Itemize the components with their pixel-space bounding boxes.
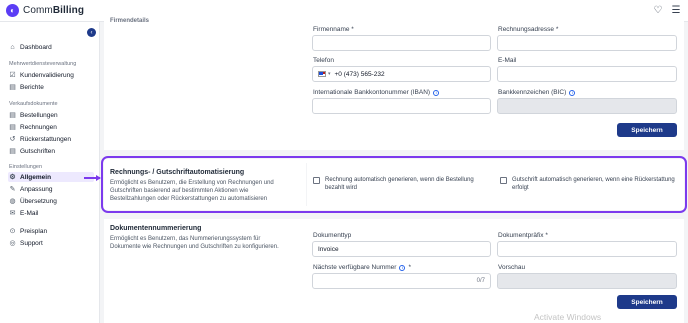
credit-note-icon: ▤ — [9, 147, 16, 155]
logo-icon: ◐ — [6, 4, 19, 17]
sidebar-section-einstellungen: Einstellungen — [9, 164, 43, 170]
preview-input — [497, 273, 677, 289]
sidebar-item-email[interactable]: ✉ E-Mail — [8, 208, 94, 218]
bic-label: Bankkennzeichen (BIC) i — [498, 89, 576, 96]
info-icon[interactable]: i — [433, 89, 440, 96]
sidebar-item-rechnungen[interactable]: ▤ Rechnungen — [8, 122, 94, 132]
sidebar-item-gutschriften[interactable]: ▤ Gutschriften — [8, 146, 94, 156]
order-icon: ▤ — [9, 111, 16, 119]
sidebar-item-berichte[interactable]: ▤ Berichte — [8, 82, 94, 92]
invoice-icon: ▤ — [9, 123, 16, 131]
brand-logo[interactable]: ◐ CommBilling — [6, 4, 84, 17]
pointer-arrow-head — [96, 174, 101, 181]
brush-icon: ✎ — [9, 185, 16, 193]
sidebar-section-verkauf: Verkaufsdokumente — [9, 101, 58, 107]
iban-label: Internationale Bankkontonummer (IBAN) i — [313, 89, 440, 96]
translate-icon: ◍ — [9, 197, 16, 205]
sidebar-section-mehrwert: Mehrwertdiensteverwaltung — [9, 61, 77, 67]
sidebar-item-rueckerstattungen[interactable]: ↺ Rückerstattungen — [8, 134, 94, 144]
telefon-label: Telefon — [313, 57, 334, 64]
doctype-select[interactable]: Invoice — [312, 241, 491, 257]
us-flag-icon[interactable] — [318, 71, 326, 77]
telefon-input[interactable]: ▾ +0 (473) 565-232 — [312, 66, 491, 82]
prefix-input[interactable] — [497, 241, 677, 257]
info-icon[interactable]: i — [399, 264, 406, 271]
highlight-frame — [101, 156, 687, 213]
numbering-title: Dokumentennummerierung — [110, 225, 202, 232]
chevron-down-icon[interactable]: ▾ — [328, 71, 331, 77]
doctype-label: Dokumenttyp — [313, 232, 352, 239]
next-number-label: Nächste verfügbare Nummer i * — [313, 264, 411, 271]
report-icon: ▤ — [9, 83, 16, 91]
collapse-sidebar-button[interactable]: ‹ — [87, 28, 96, 37]
firmenname-label: Firmenname * — [313, 26, 354, 33]
sidebar-item-preisplan[interactable]: ⊙ Preisplan — [8, 226, 94, 236]
sidebar-item-allgemein[interactable]: ⚙ Allgemein — [8, 172, 94, 182]
sidebar-item-uebersetzung[interactable]: ◍ Übersetzung — [8, 196, 94, 206]
save-firm-button[interactable]: Speichern — [617, 123, 677, 137]
support-icon: ◎ — [9, 239, 16, 247]
windows-watermark: Activate Windows — [534, 312, 602, 322]
rechnungsadresse-label: Rechnungsadresse * — [498, 26, 559, 33]
sidebar-item-dashboard[interactable]: ⌂ Dashboard — [8, 42, 94, 52]
gear-icon: ⚙ — [9, 173, 16, 181]
bic-input — [497, 98, 677, 114]
rechnungsadresse-input[interactable] — [497, 35, 677, 51]
refund-icon: ↺ — [9, 135, 16, 143]
mail-icon: ✉ — [9, 209, 16, 217]
sidebar-item-support[interactable]: ◎ Support — [8, 238, 94, 248]
email-label: E-Mail — [498, 57, 517, 64]
sidebar: ‹ ⌂ Dashboard Mehrwertdiensteverwaltung ☑… — [0, 22, 100, 323]
sidebar-item-anpassung[interactable]: ✎ Anpassung — [8, 184, 94, 194]
sidebar-item-kundenvalidierung[interactable]: ☑ Kundenvalidierung — [8, 70, 94, 80]
iban-input[interactable] — [312, 98, 491, 114]
info-icon[interactable]: i — [569, 89, 576, 96]
sidebar-item-bestellungen[interactable]: ▤ Bestellungen — [8, 110, 94, 120]
menu-icon[interactable]: ☰ — [670, 4, 682, 16]
email-input[interactable] — [497, 66, 677, 82]
char-counter: 0/7 — [476, 278, 485, 284]
preview-label: Vorschau — [498, 264, 526, 271]
prefix-label: Dokumentpräfix * — [498, 232, 548, 239]
price-plan-icon: ⊙ — [9, 227, 16, 235]
heart-icon[interactable]: ♡ — [652, 4, 664, 16]
user-check-icon: ☑ — [9, 71, 16, 79]
firmenname-input[interactable] — [312, 35, 491, 51]
next-number-input[interactable]: 0/7 — [312, 273, 491, 289]
numbering-description: Ermöglicht es Benutzern, das Nummerierun… — [110, 236, 279, 250]
home-icon: ⌂ — [10, 43, 15, 51]
save-numbering-button[interactable]: Speichern — [617, 295, 677, 309]
firm-details-title: Firmendetails — [110, 18, 150, 24]
